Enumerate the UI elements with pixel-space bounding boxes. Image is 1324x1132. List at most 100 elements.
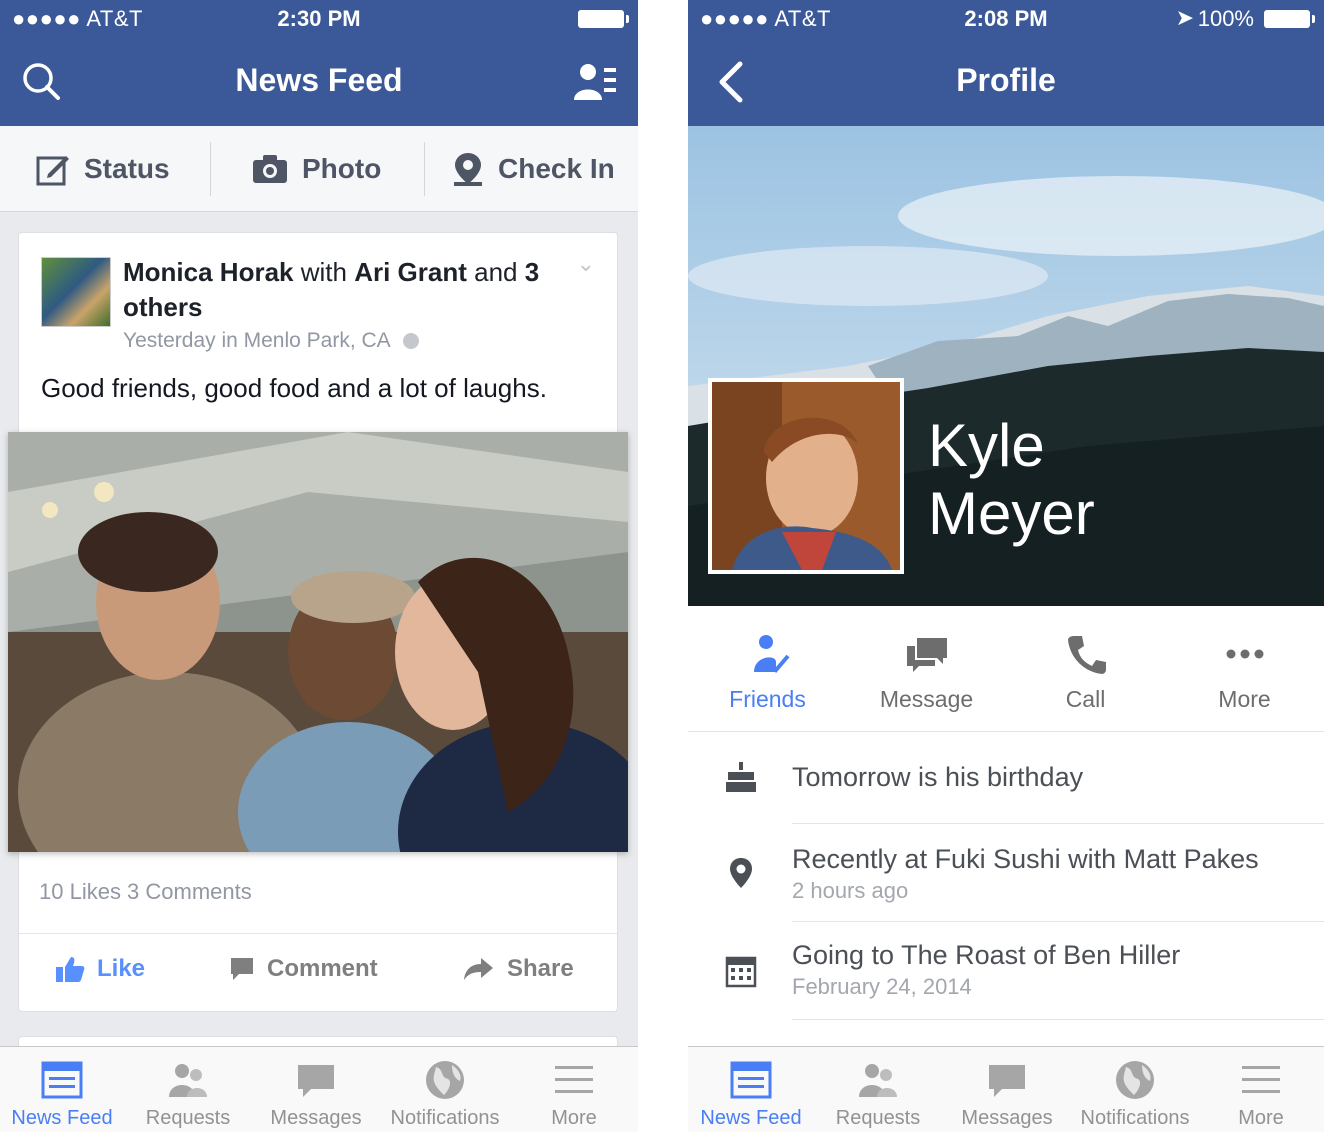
author-avatar[interactable] — [41, 257, 111, 327]
photo-label: Photo — [302, 153, 382, 184]
event-date: February 24, 2014 — [792, 974, 972, 999]
battery-icon — [578, 10, 629, 28]
cover-photo[interactable]: Kyle Meyer — [688, 126, 1324, 606]
phone-icon — [1067, 636, 1106, 674]
share-label: Share — [507, 955, 574, 982]
globe-icon — [426, 1061, 464, 1099]
comment-button[interactable]: Comment — [229, 955, 378, 983]
checkin-time: 2 hours ago — [792, 878, 909, 903]
last-name: Meyer — [928, 480, 1095, 547]
tagged-friend[interactable]: Ari Grant — [354, 257, 467, 287]
tab-label: Notifications — [390, 1107, 500, 1129]
location-pin-icon — [730, 858, 752, 888]
tab-news-feed[interactable]: News Feed — [688, 1047, 814, 1132]
tab-notifications[interactable]: Notifications — [1072, 1047, 1198, 1132]
status-label: Status — [84, 153, 170, 184]
tab-requests[interactable]: Requests — [814, 1047, 942, 1132]
publisher-divider — [210, 142, 211, 196]
checkin-text: Recently at Fuki Sushi with Matt Pakes — [792, 844, 1259, 874]
event-row[interactable]: Going to The Roast of Ben Hiller Februar… — [688, 922, 1324, 1020]
like-label: Like — [97, 955, 146, 982]
profile-screen: ●●●●● AT&T 2:08 PM ➤ 100% Profile Kyle M… — [688, 0, 1324, 1132]
birthday-text: Tomorrow is his birthday — [792, 762, 1084, 792]
tab-label: News Feed — [700, 1107, 802, 1129]
story-meta: Yesterday in Menlo Park, CA — [123, 329, 420, 353]
ellipsis-icon — [1226, 649, 1263, 659]
profile-picture[interactable] — [708, 378, 904, 574]
tab-bar: News Feed Requests Messages Notification… — [0, 1046, 638, 1132]
story-header: Monica Horak with Ari Grant and 3 others — [123, 255, 543, 325]
location-arrow-icon: ➤ — [1175, 5, 1194, 30]
page-title: Profile — [956, 62, 1056, 98]
thumbs-up-icon — [56, 957, 85, 982]
divider — [792, 1019, 1324, 1020]
status-bar: ●●●●● AT&T 2:30 PM — [0, 0, 638, 38]
share-icon — [464, 958, 493, 980]
tab-requests[interactable]: Requests — [124, 1047, 252, 1132]
more-button[interactable]: More — [1165, 606, 1324, 732]
profile-name: Kyle Meyer — [928, 412, 1095, 548]
message-label: Message — [879, 686, 974, 712]
profile-actions: Friends Message Call More — [688, 606, 1324, 732]
comment-label: Comment — [267, 955, 378, 982]
tab-more[interactable]: More — [510, 1047, 638, 1132]
status-bar: ●●●●● AT&T 2:08 PM ➤ 100% — [688, 0, 1324, 38]
camera-icon — [253, 155, 287, 183]
news-feed-icon — [730, 1061, 772, 1099]
comment-icon — [231, 958, 253, 980]
tab-notifications[interactable]: Notifications — [380, 1047, 510, 1132]
likes-comments-count[interactable]: 10 Likes 3 Comments — [39, 879, 252, 905]
globe-icon — [1116, 1061, 1154, 1099]
tab-label: Requests — [835, 1107, 921, 1129]
location-pin-icon — [454, 153, 482, 186]
event-text: Going to The Roast of Ben Hiller — [792, 940, 1181, 970]
story-time-location[interactable]: Yesterday in Menlo Park, CA — [123, 329, 390, 352]
birthday-row[interactable]: Tomorrow is his birthday — [688, 732, 1324, 824]
story-text: Good friends, good food and a lot of lau… — [41, 373, 547, 403]
friends-button[interactable]: Friends — [688, 606, 847, 732]
clock: 2:30 PM — [277, 6, 361, 31]
friend-requests-icon[interactable] — [574, 60, 618, 104]
calendar-icon — [725, 956, 757, 988]
friends-check-icon — [753, 635, 790, 673]
hamburger-menu-icon — [555, 1066, 593, 1093]
tab-messages[interactable]: Messages — [942, 1047, 1072, 1132]
tab-label: More — [551, 1107, 597, 1129]
call-label: Call — [1065, 686, 1106, 712]
tab-messages[interactable]: Messages — [252, 1047, 380, 1132]
friends-label: Friends — [729, 686, 806, 712]
divider — [19, 933, 617, 934]
story-photo[interactable] — [8, 432, 628, 852]
battery-icon — [1264, 10, 1315, 28]
hamburger-menu-icon — [1242, 1066, 1280, 1093]
tab-label: News Feed — [11, 1107, 113, 1129]
status-button[interactable]: Status — [36, 126, 170, 212]
tab-label: More — [1238, 1107, 1284, 1129]
share-button[interactable]: Share — [463, 955, 574, 983]
page-title: News Feed — [235, 62, 403, 98]
navigation-bar: ●●●●● AT&T 2:30 PM News Feed — [0, 0, 638, 126]
and-word: and — [474, 257, 518, 287]
message-button[interactable]: Message — [847, 606, 1006, 732]
chevron-down-icon[interactable]: ⌄ — [577, 251, 595, 277]
checkin-row[interactable]: Recently at Fuki Sushi with Matt Pakes 2… — [688, 824, 1324, 922]
tab-bar: News Feed Requests Messages Notification… — [688, 1046, 1324, 1132]
author-name[interactable]: Monica Horak — [123, 257, 294, 287]
portrait-illustration — [712, 382, 900, 570]
message-icon — [906, 638, 947, 672]
publisher-divider — [424, 142, 425, 196]
more-label: More — [1218, 686, 1271, 712]
call-button[interactable]: Call — [1006, 606, 1165, 732]
requests-icon — [859, 1064, 897, 1097]
like-button[interactable]: Like — [55, 955, 145, 983]
tab-news-feed[interactable]: News Feed — [0, 1047, 124, 1132]
photo-button[interactable]: Photo — [252, 126, 381, 212]
tab-label: Messages — [270, 1107, 362, 1129]
check-in-label: Check In — [498, 153, 615, 184]
tab-more[interactable]: More — [1198, 1047, 1324, 1132]
check-in-button[interactable]: Check In — [452, 126, 615, 212]
navigation-bar: ●●●●● AT&T 2:08 PM ➤ 100% Profile — [688, 0, 1324, 126]
requests-icon — [169, 1064, 207, 1097]
news-feed-screen: ●●●●● AT&T 2:30 PM News Feed Status Phot… — [0, 0, 638, 1132]
friends-photo-illustration — [8, 432, 628, 852]
